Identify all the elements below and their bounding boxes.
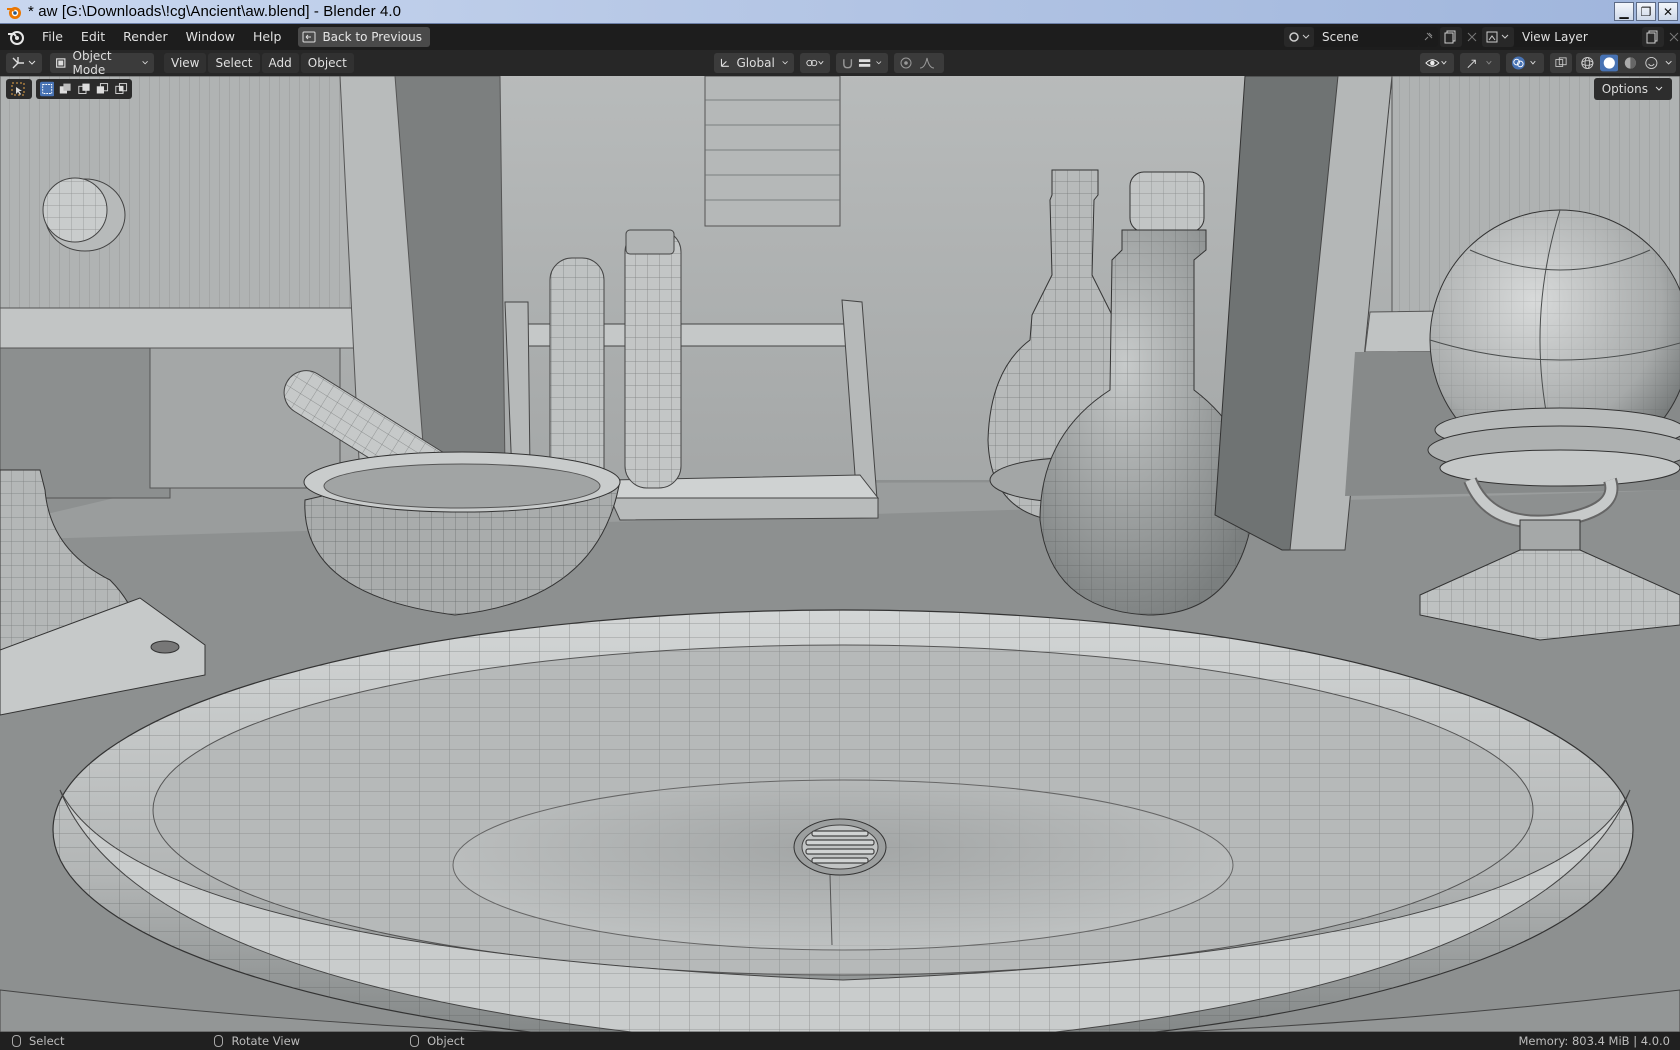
screen-back-icon [302, 31, 316, 43]
options-label: Options [1601, 82, 1648, 96]
wireframe-shading-icon[interactable] [1579, 55, 1596, 71]
object-visibility-dropdown[interactable] [1420, 53, 1454, 73]
blender-app-icon [7, 6, 21, 19]
snap-magnet-icon [843, 59, 853, 69]
menu-window[interactable]: Window [177, 26, 244, 48]
scene-render[interactable] [0, 76, 1680, 1032]
close-icon[interactable]: ✕ [1658, 2, 1678, 21]
rendered-shading-icon[interactable] [1643, 55, 1660, 71]
global-orientation-icon [720, 58, 729, 67]
pin-scene-icon[interactable] [1418, 27, 1438, 47]
mouse-left-icon [12, 1035, 21, 1047]
snap-increment-icon [859, 59, 871, 67]
overlays-icon [1511, 56, 1536, 70]
title-bar: * aw [G:\Downloads\!cg\Ancient\aw.blend]… [0, 0, 1680, 24]
solid-shading-icon[interactable] [1599, 54, 1619, 72]
restore-icon[interactable]: ❐ [1636, 2, 1656, 21]
chevron-down-icon[interactable] [1664, 58, 1673, 68]
xray-icon [1555, 57, 1567, 67]
material-preview-icon[interactable] [1622, 55, 1639, 71]
set-new-selection-icon[interactable] [40, 81, 55, 97]
selection-mode-group[interactable] [36, 79, 132, 99]
select-box-tool-icon [11, 82, 25, 96]
view-layer-icon [1486, 31, 1509, 43]
status-rotate-hint: Rotate View [214, 1034, 300, 1048]
mouse-right-icon [410, 1035, 420, 1047]
status-object-hint: Object [410, 1034, 465, 1048]
proportional-editing-icon [900, 57, 912, 69]
status-object-label: Object [427, 1034, 465, 1048]
subtract-selection-icon[interactable] [77, 81, 91, 97]
status-select-hint: Select [12, 1034, 64, 1048]
blender-logo-icon[interactable] [7, 28, 25, 46]
scene-selector[interactable]: Scene [1284, 27, 1482, 47]
menu-edit[interactable]: Edit [72, 26, 114, 48]
menu-help[interactable]: Help [244, 26, 291, 48]
object-mode-dropdown[interactable]: Object Mode [50, 49, 154, 77]
status-bar: Select Rotate View Object Memory: 803.4 … [0, 1032, 1680, 1050]
menu-file[interactable]: File [33, 26, 72, 48]
status-select-label: Select [29, 1034, 65, 1048]
status-rotate-label: Rotate View [231, 1034, 301, 1048]
3d-viewport[interactable] [0, 76, 1680, 1032]
falloff-curve-icon [919, 57, 935, 69]
scene-icon [1289, 32, 1310, 42]
view-layer-name-field[interactable]: View Layer [1514, 27, 1640, 47]
gizmo-toggle[interactable] [1460, 53, 1500, 73]
minimize-icon[interactable]: ▁ [1614, 2, 1634, 21]
xray-toggle[interactable] [1550, 53, 1572, 73]
scene-name-field[interactable]: Scene [1314, 27, 1418, 47]
chevron-down-icon [876, 61, 882, 65]
editor-type-button[interactable] [6, 53, 42, 73]
proportional-editing-toggle[interactable] [894, 53, 944, 73]
chevron-down-icon [142, 61, 148, 65]
gizmo-icon [1467, 59, 1492, 69]
extend-selection-icon[interactable] [58, 81, 72, 97]
chevron-down-icon [1655, 86, 1663, 91]
menu-render[interactable]: Render [114, 26, 177, 48]
overlays-toggle[interactable] [1506, 53, 1544, 73]
mouse-middle-icon [214, 1035, 224, 1047]
transform-orientation-dropdown[interactable]: Global [714, 53, 794, 73]
active-tool-button[interactable] [6, 79, 32, 99]
view-layer-browse-button[interactable] [1482, 27, 1514, 47]
memory-readout: Memory: 803.4 MiB | 4.0.0 [1518, 1034, 1671, 1048]
intersect-selection-icon[interactable] [114, 81, 128, 97]
viewport-header: Object Mode View Select Add Object Globa… [0, 49, 1680, 77]
view-layer-selector[interactable]: View Layer [1482, 27, 1680, 47]
scene-browse-button[interactable] [1284, 27, 1314, 47]
pivot-point-icon [806, 59, 824, 67]
viewport-menu-select[interactable]: Select [208, 53, 260, 73]
3d-viewport-editor-icon [12, 57, 36, 69]
window-title: * aw [G:\Downloads\!cg\Ancient\aw.blend]… [28, 3, 402, 20]
invert-selection-icon[interactable] [95, 81, 109, 97]
new-scene-icon[interactable] [1440, 27, 1462, 47]
chevron-down-icon [782, 61, 788, 65]
viewport-menu-add[interactable]: Add [261, 53, 299, 73]
object-mode-icon [56, 58, 66, 68]
options-dropdown[interactable]: Options [1593, 78, 1672, 100]
shading-mode-group[interactable] [1576, 53, 1676, 73]
viewport-menu-object[interactable]: Object [300, 53, 354, 73]
new-view-layer-icon[interactable] [1642, 27, 1664, 47]
eye-icon [1425, 59, 1447, 67]
viewport-menu-view[interactable]: View [164, 53, 207, 73]
delete-view-layer-icon[interactable] [1664, 27, 1680, 47]
pivot-point-dropdown[interactable] [800, 53, 830, 73]
back-to-previous-button[interactable]: Back to Previous [298, 27, 430, 47]
object-mode-label: Object Mode [72, 49, 112, 77]
snap-dropdown[interactable] [836, 53, 888, 73]
transform-orientation-label: Global [736, 56, 775, 70]
tool-settings-row [0, 76, 132, 102]
back-to-previous-label: Back to Previous [322, 30, 422, 44]
delete-scene-icon[interactable] [1462, 27, 1482, 47]
